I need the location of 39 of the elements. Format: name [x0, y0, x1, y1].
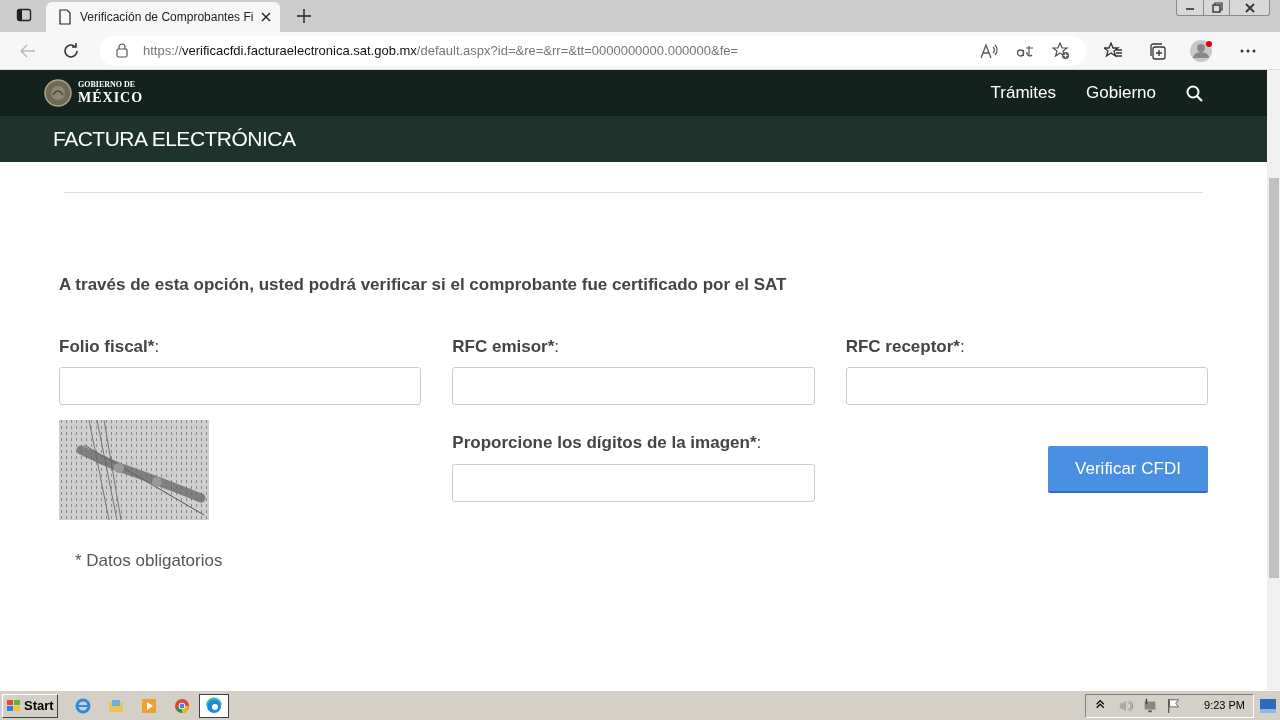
start-button[interactable]: Start — [2, 693, 58, 718]
add-favorite-icon[interactable] — [1052, 41, 1070, 60]
input-field[interactable] — [452, 463, 815, 502]
favorites-icon[interactable] — [1104, 41, 1122, 60]
logo-text: MÉXICO — [78, 91, 144, 105]
input-field[interactable] — [452, 367, 815, 405]
intro-text: A través de esta opción, usted podrá verificar si el comprobante fue certificado por el SAT — [59, 274, 788, 296]
address-bar[interactable]: https://verificacfdi.facturaelectronica.sat.gob.mx/default.aspx?id=&re=&rr=&tt=0000000000.000000&fe= — [100, 35, 1086, 66]
close-icon[interactable] — [261, 12, 272, 22]
more-icon[interactable] — [1240, 48, 1256, 53]
lock-icon[interactable] — [116, 43, 128, 58]
input-field[interactable] — [845, 367, 1208, 405]
browser-tab[interactable]: Verificación de Comprobantes Fi — [46, 2, 280, 32]
translate-icon[interactable] — [1016, 43, 1034, 58]
nav-link[interactable]: Trámites — [990, 80, 1057, 106]
field-label: RFC emisor*: — [452, 335, 561, 358]
reload-icon[interactable] — [62, 41, 80, 60]
show-desktop-icon[interactable] — [1260, 698, 1276, 713]
read-aloud-icon[interactable] — [980, 42, 998, 59]
emblem-icon[interactable] — [44, 79, 72, 107]
windows-logo-icon — [6, 698, 22, 713]
nav-link[interactable]: Gobierno — [1086, 80, 1156, 106]
profile-avatar-icon[interactable] — [1190, 38, 1214, 63]
tab-title: Verificación de Comprobantes Fi — [80, 9, 254, 26]
field-label: Proporcione los dígitos de la imagen*: — [452, 432, 763, 454]
page-icon — [58, 9, 72, 25]
field-label: RFC receptor*: — [845, 335, 966, 358]
url-text: https://verificacfdi.facturaelectronica.sat.gob.mx/default.aspx?id=&re=&rr=&tt=0000000000.000000&fe= — [143, 41, 740, 60]
clock: 9:23 PM — [1204, 698, 1245, 714]
new-tab-icon[interactable] — [296, 8, 312, 24]
search-icon[interactable] — [1186, 84, 1203, 102]
tab-actions-icon[interactable] — [16, 7, 32, 23]
input-field[interactable] — [59, 367, 422, 405]
scrollbar[interactable] — [1267, 70, 1280, 690]
required-note: * Datos obligatorios — [75, 550, 224, 572]
collections-icon[interactable] — [1148, 41, 1166, 60]
logo-text: GOBIERNO DE — [78, 81, 137, 89]
section-title: FACTURA ELECTRÓNICA — [53, 126, 296, 153]
field-label: Folio fiscal*: — [59, 335, 161, 358]
